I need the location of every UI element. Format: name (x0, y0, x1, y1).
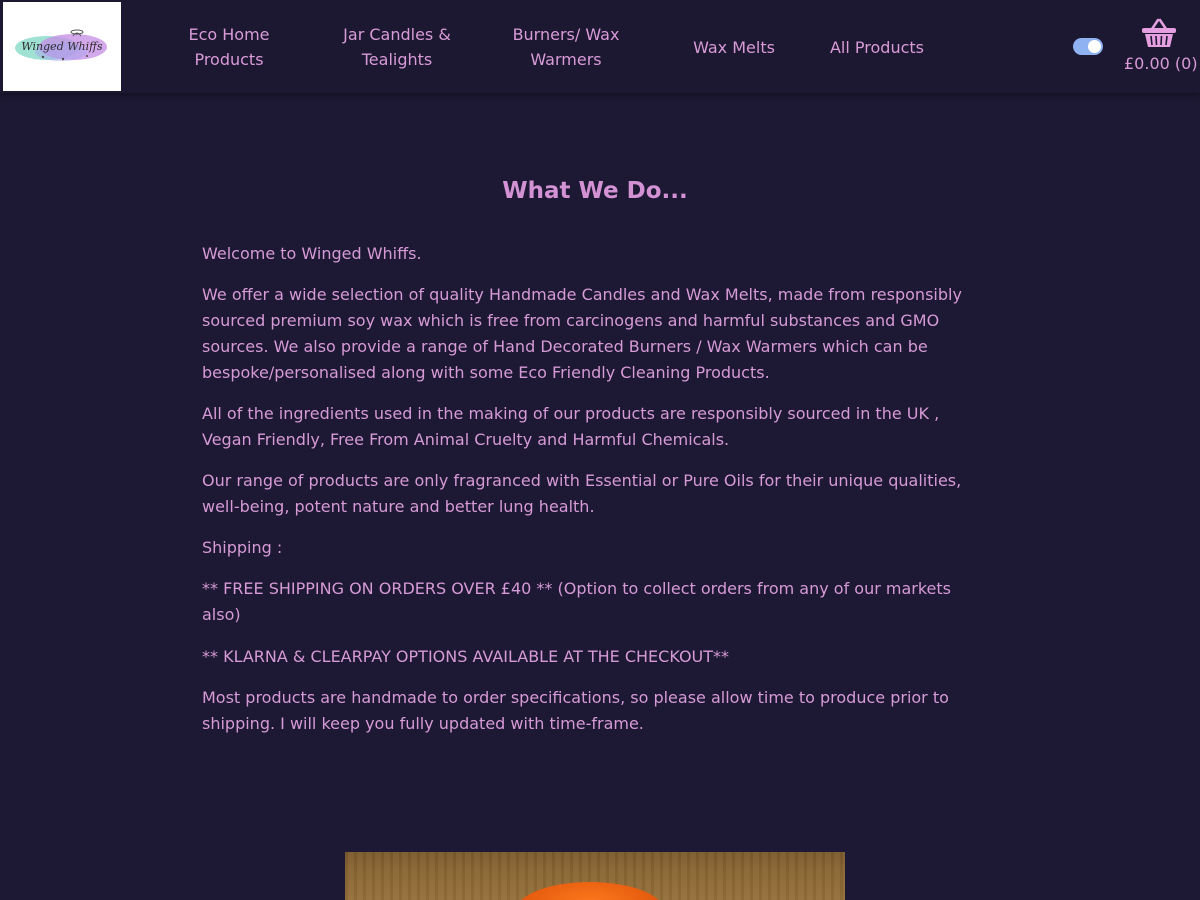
fragrance-paragraph: Our range of products are only fragrance… (202, 471, 962, 516)
nav-label-line1: Eco Home (188, 25, 270, 44)
intro-paragraph: Welcome to Winged Whiffs. (202, 244, 422, 263)
cart-total[interactable]: £0.00 (0) (1124, 54, 1198, 74)
nav-all-products[interactable]: All Products (822, 35, 932, 60)
shipping-heading: Shipping : (202, 538, 283, 558)
basket-icon[interactable] (1141, 18, 1177, 48)
product-photo (345, 852, 845, 900)
free-shipping-notice: ** FREE SHIPPING ON ORDERS OVER £40 ** (… (202, 579, 951, 625)
svg-text:Winged Whiffs: Winged Whiffs (21, 40, 103, 53)
payment-options-notice: ** KLARNA & CLEARPAY OPTIONS AVAILABLE A… (202, 646, 730, 666)
theme-toggle[interactable] (1073, 38, 1103, 55)
logo-image: Winged Whiffs (15, 29, 107, 61)
site-logo[interactable]: Winged Whiffs (3, 2, 121, 91)
nav-label-line2: Warmers (530, 50, 602, 69)
nav-burners-wax-warmers[interactable]: Burners/ Wax Warmers (506, 22, 626, 72)
main-content: What We Do... Welcome to Winged Whiffs. … (202, 175, 992, 752)
nav-label-line2: Products (194, 50, 264, 69)
nav-label-line1: Burners/ Wax (512, 25, 620, 44)
nav-label: Wax Melts (693, 38, 775, 57)
page-title: What We Do... (502, 178, 688, 204)
handmade-notice: Most products are handmade to order spec… (202, 687, 949, 733)
nav-label: All Products (829, 38, 924, 57)
products-paragraph: We offer a wide selection of quality Han… (202, 285, 962, 382)
nav-eco-home-products[interactable]: Eco Home Products (177, 22, 281, 72)
ingredients-paragraph: All of the ingredients used in the makin… (202, 403, 940, 449)
nav-label-line2: Tealights (361, 50, 433, 69)
nav-label-line1: Jar Candles & (343, 25, 451, 44)
nav-wax-melts[interactable]: Wax Melts (684, 35, 784, 60)
nav-jar-candles-tealights[interactable]: Jar Candles & Tealights (337, 22, 457, 72)
site-header: Winged Whiffs Eco Home Products Jar Cand… (0, 0, 1200, 93)
toggle-knob (1088, 40, 1101, 53)
